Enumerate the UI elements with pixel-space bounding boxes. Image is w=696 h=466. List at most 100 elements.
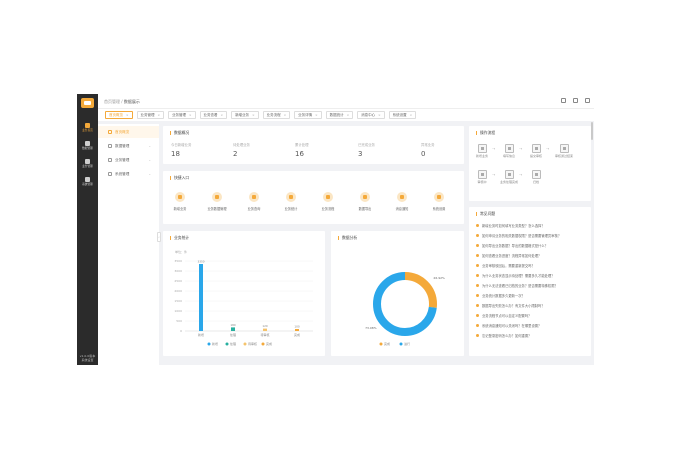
flow-step: 审核通过结束 [554, 144, 574, 158]
export-icon [360, 192, 370, 202]
close-icon[interactable]: × [347, 113, 350, 117]
faq-item[interactable]: 系统消息通知可以关闭吗？在哪里设置？ [476, 323, 586, 328]
close-icon[interactable]: × [221, 113, 224, 117]
stat-item: 今日新增业务 18 [171, 143, 192, 158]
y-tick-label: 3500 [174, 259, 182, 263]
fullscreen-icon[interactable] [573, 98, 578, 103]
legend-label[interactable]: 完成 [384, 341, 390, 346]
faq-item[interactable]: 业务统计数据多久更新一次？ [476, 293, 586, 298]
step-icon [531, 170, 541, 179]
quick-entry-stats[interactable]: 业务统计 [276, 192, 306, 211]
stat-item: 累计处理 16 [295, 143, 309, 158]
flow-step: 新增业务 [472, 144, 492, 158]
quick-entry-add[interactable]: 新增业务 [165, 192, 195, 211]
legend-label[interactable]: 完成 [266, 341, 272, 346]
tab-item[interactable]: 数据统计 × [325, 111, 354, 119]
flow-step: 填写信息 [499, 144, 519, 158]
close-icon[interactable]: × [315, 113, 318, 117]
faq-item[interactable]: 为什么无法查看已归档的业务？是否需要特殊权限？ [476, 283, 586, 288]
logo [81, 98, 94, 108]
step-icon [504, 170, 514, 179]
flow-step: 业务处理完成 [499, 170, 519, 184]
donut-chart: 26.92% 73.08% 完成 进行 [365, 272, 445, 346]
tab-item[interactable]: 业务管理 × [168, 111, 196, 119]
rail-item-business[interactable]: 业务管理 [77, 157, 98, 171]
rail-item-data[interactable]: 数据管理 [77, 139, 98, 153]
arrow-right-icon: → [519, 172, 523, 177]
tab-item[interactable]: 业务查看 × [199, 111, 228, 119]
card-title: 数据概况 [170, 131, 189, 135]
tab-item[interactable]: 业务管理 × [136, 111, 165, 119]
faq-item[interactable]: 业务审核驳回后，需要重新提交吗？ [476, 263, 586, 268]
scrollbar[interactable] [591, 122, 593, 140]
faq-item[interactable]: 为什么业务状态显示待处理？需要多久才能处理？ [476, 273, 586, 278]
rail-item-home[interactable]: 业务首页 [77, 121, 98, 135]
bar[interactable] [199, 264, 203, 331]
close-icon[interactable]: × [410, 113, 413, 117]
faq-item[interactable]: 业务流程节点可以自定义配置吗？ [476, 313, 586, 318]
quick-entry-notice[interactable]: 消息通知 [387, 192, 417, 211]
secondary-menu: 首页概览 数据管理 ⌄ 业务管理 ⌄ 系统管理 ⌄ [98, 124, 159, 365]
legend-marker [261, 342, 265, 346]
bar-chart: 单位：件 0 500 1000 1500 2000 2500 3000 3500 3350 新增 18… [174, 249, 313, 346]
close-icon[interactable]: × [126, 113, 129, 117]
faq-item[interactable]: 数据导出失败怎么办？有文件大小限制吗？ [476, 303, 586, 308]
tab-item[interactable]: 业务流程 × [262, 111, 291, 119]
quick-entry-flow[interactable]: 业务流程 [313, 192, 343, 211]
bar[interactable] [295, 329, 299, 331]
quick-entry-export[interactable]: 数据导出 [350, 192, 380, 211]
legend-label[interactable]: 新增 [212, 341, 218, 346]
faq-item[interactable]: 如何申请业务的相关数据权限？是否需要管理员审核？ [476, 233, 586, 238]
tab-item[interactable]: 系统设置 × [388, 111, 417, 119]
close-icon[interactable]: × [284, 113, 287, 117]
business-icon [108, 158, 112, 162]
flow-step: 提交审核 [526, 144, 546, 158]
y-tick-label: 1500 [174, 299, 182, 303]
legend-label[interactable]: 处理 [230, 341, 236, 346]
legend-label[interactable]: 进行 [404, 341, 410, 346]
arrow-right-icon: → [492, 146, 496, 151]
breadcrumb-parent[interactable]: 首页管理 [104, 99, 120, 104]
close-icon[interactable]: × [158, 113, 161, 117]
close-icon[interactable]: × [189, 113, 192, 117]
close-icon[interactable]: × [378, 113, 381, 117]
bar-chart-card: 业务统计 单位：件 0 500 1000 1500 2000 2500 3000 3500 335… [163, 231, 325, 356]
user-icon[interactable] [585, 98, 590, 103]
faq-item[interactable]: 忘记登录密码怎么办？如何重置？ [476, 333, 586, 338]
faq-item[interactable]: 如何查看业务进度？流程异常如何处理？ [476, 253, 586, 258]
tab-item[interactable]: 首页概览 × [105, 111, 133, 119]
notice-icon [397, 192, 407, 202]
collapse-menu-button[interactable]: ‹ [157, 232, 161, 242]
menu-item-system[interactable]: 系统管理 ⌄ [98, 168, 159, 180]
home-icon [85, 123, 90, 128]
faq-item[interactable]: 如何导出业务数据？导出的数据格式是什么？ [476, 243, 586, 248]
y-tick-label: 2000 [174, 289, 182, 293]
step-icon [531, 144, 541, 153]
quick-entry-settings[interactable]: 系统设置 [424, 192, 454, 211]
faq-item[interactable]: 新增业务时如何填写业务类型？怎么选择？ [476, 223, 586, 228]
bar[interactable] [263, 328, 267, 331]
stats-card: 数据概况 今日新增业务 18 待处理业务 2 累计处理 16 已完成业务 3 异常业务 0 [163, 126, 464, 164]
bar[interactable] [231, 327, 235, 331]
notification-icon[interactable] [561, 98, 566, 103]
tab-item[interactable]: 消息中心 × [357, 111, 385, 119]
close-icon[interactable]: × [252, 113, 255, 117]
legend-marker [243, 342, 247, 346]
legend-marker [379, 342, 383, 346]
chevron-down-icon: ⌄ [148, 158, 151, 162]
legend-label[interactable]: 待审核 [248, 341, 257, 346]
rail-item-system[interactable]: 系统管理 [77, 175, 98, 189]
tab-item[interactable]: 新增业务 × [231, 111, 259, 119]
quick-entry-query[interactable]: 业务查询 [239, 192, 269, 211]
y-tick-label: 3000 [174, 269, 182, 273]
menu-item-data[interactable]: 数据管理 ⌄ [98, 140, 159, 152]
y-tick-label: 1000 [174, 309, 182, 313]
menu-item-overview[interactable]: 首页概览 [98, 126, 159, 138]
y-tick-label: 0 [180, 329, 182, 333]
y-tick-label: 500 [176, 319, 182, 323]
arrow-right-icon: → [546, 146, 550, 151]
bar-value-label: 180 [230, 323, 236, 327]
menu-item-business[interactable]: 业务管理 ⌄ [98, 154, 159, 166]
tab-item[interactable]: 业务详情 × [294, 111, 322, 119]
quick-entry-manage[interactable]: 业务数据管理 [202, 192, 232, 211]
